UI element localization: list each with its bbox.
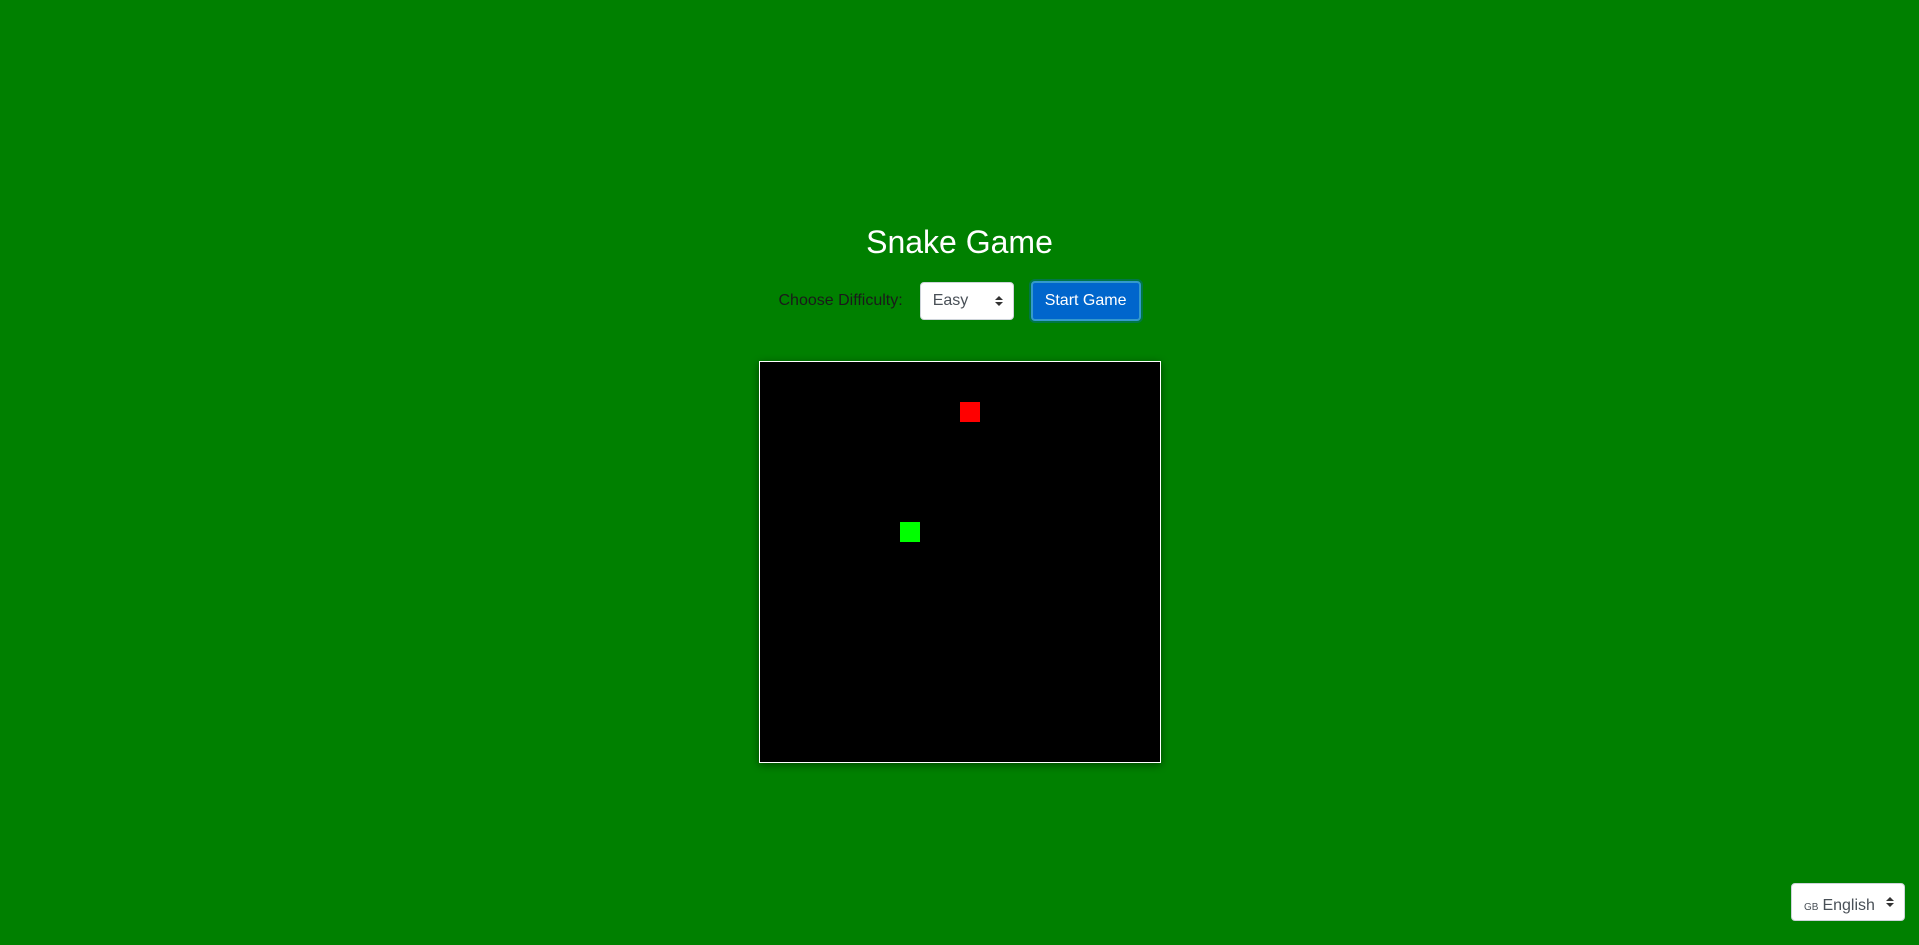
select-arrows-icon — [1886, 897, 1894, 907]
page: Snake Game Choose Difficulty: Easy Start… — [0, 0, 1919, 945]
difficulty-label: Choose Difficulty: — [778, 292, 903, 309]
snake-head — [900, 522, 920, 542]
gb-flag-icon: GB — [1804, 902, 1819, 913]
difficulty-select[interactable]: Easy — [919, 282, 1014, 320]
page-title: Snake Game — [866, 224, 1053, 260]
game-controls: Choose Difficulty: Easy Start Game — [0, 281, 1919, 321]
game-board[interactable] — [759, 361, 1161, 763]
select-arrows-icon — [994, 296, 1003, 306]
difficulty-selected-value: Easy — [932, 292, 969, 309]
start-game-button[interactable]: Start Game — [1030, 281, 1141, 321]
food-cell — [960, 402, 980, 422]
language-selected-value: English — [1822, 897, 1875, 914]
language-select[interactable]: GB English — [1791, 883, 1905, 921]
